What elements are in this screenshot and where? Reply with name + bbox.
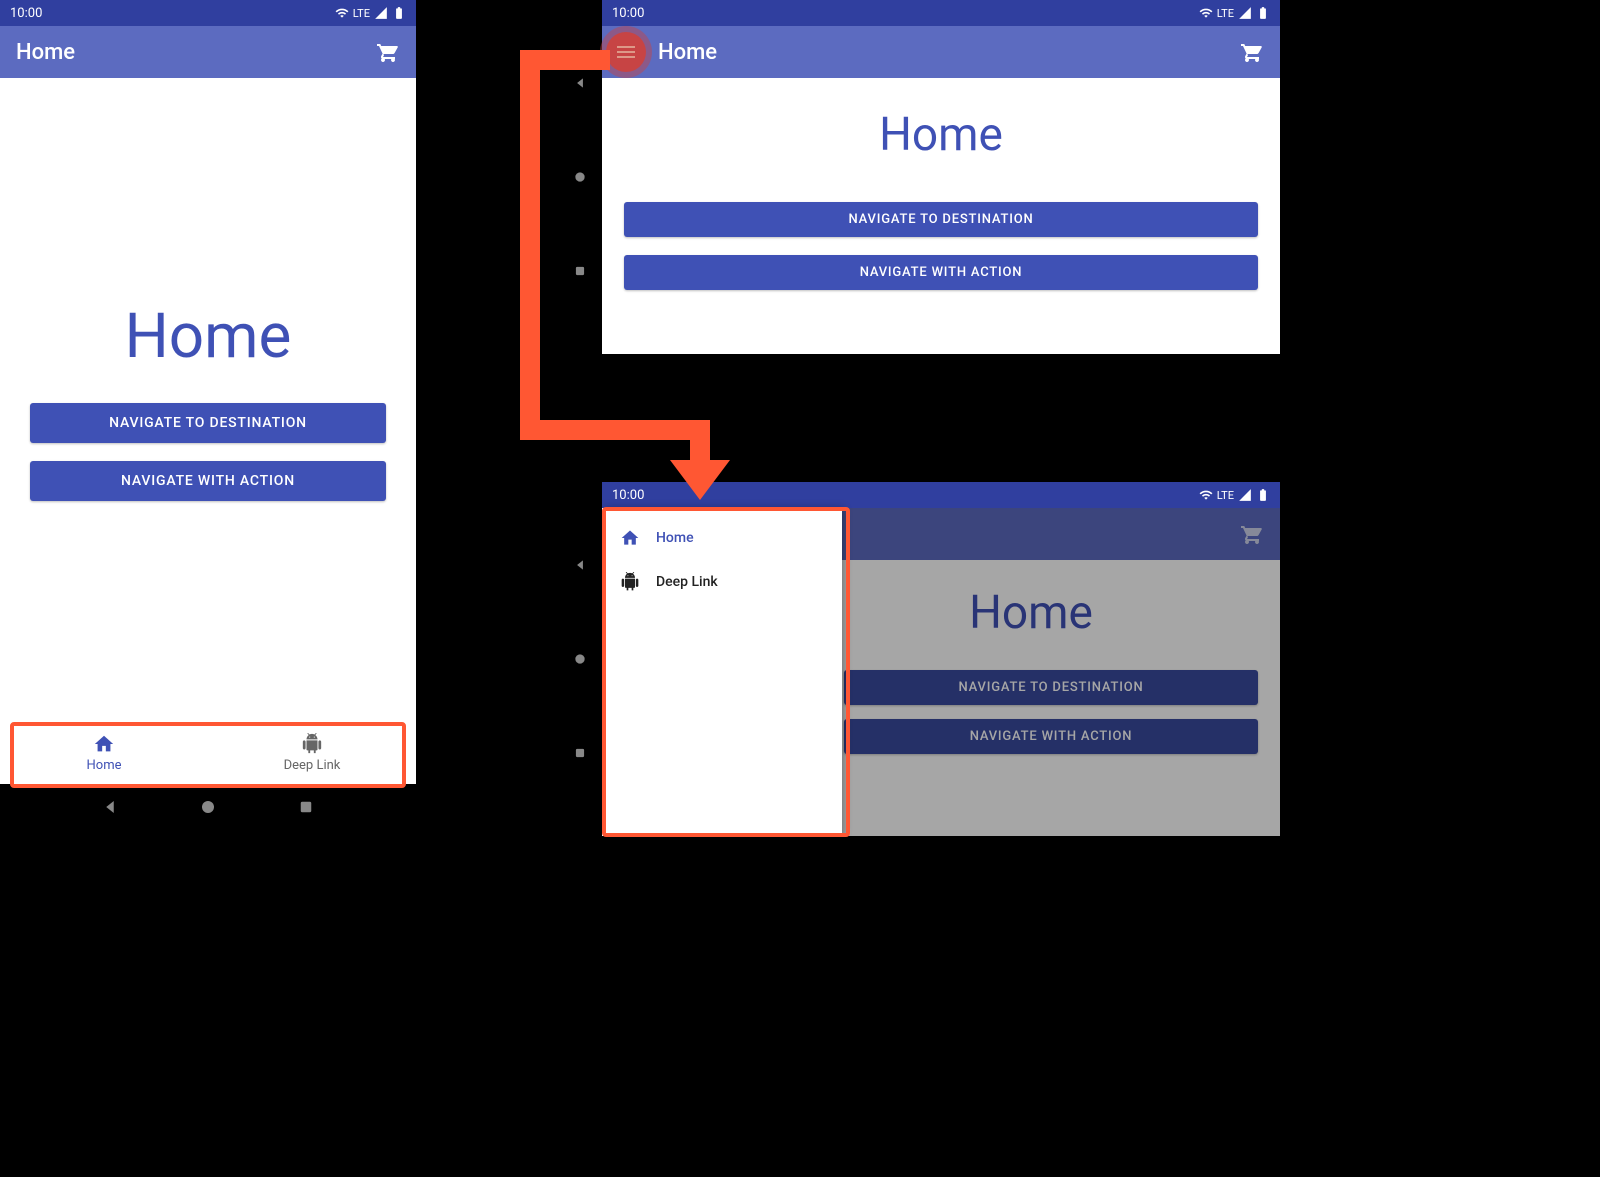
status-time: 10:00 [612,488,644,503]
signal-icon [1238,6,1252,20]
wifi-icon [335,6,349,20]
system-nav-rail [558,0,602,354]
home-system-icon[interactable] [199,798,217,816]
bottom-nav-deeplink-label: Deep Link [284,758,341,773]
app-bar: Home [602,26,1280,78]
status-bar: 10:00 LTE [0,0,416,26]
home-icon [620,528,640,548]
app-bar-title: Home [658,40,717,65]
android-icon [620,572,640,592]
navigation-drawer: Home Deep Link [602,508,842,836]
phone-portrait-screen: 10:00 LTE Home Home NAVIGATE TO DESTINAT… [0,0,416,830]
cart-icon[interactable] [376,40,400,64]
page-content: Home NAVIGATE TO DESTINATION NAVIGATE WI… [0,78,416,722]
home-icon [93,733,115,755]
drawer-toggle-button[interactable] [606,32,646,72]
system-nav-bar [0,784,416,830]
status-icons: LTE [335,6,406,20]
battery-icon [1256,6,1270,20]
navigate-action-button[interactable]: NAVIGATE WITH ACTION [30,461,386,501]
status-bar: 10:00 LTE [602,0,1280,26]
recent-icon[interactable] [573,746,587,760]
page-content: Home NAVIGATE TO DESTINATION NAVIGATE WI… [602,78,1280,354]
drawer-item-home[interactable]: Home [602,516,842,560]
navigate-destination-button[interactable]: NAVIGATE TO DESTINATION [30,403,386,443]
signal-icon [1238,488,1252,502]
status-network: LTE [1217,489,1234,502]
system-nav-rail [558,482,602,836]
home-system-icon[interactable] [573,652,587,666]
drawer-item-deeplink-label: Deep Link [656,574,718,590]
bottom-nav-home-label: Home [87,758,122,773]
app-bar: Home [0,26,416,78]
navigate-destination-button[interactable]: NAVIGATE TO DESTINATION [624,202,1258,237]
back-icon[interactable] [573,76,587,90]
wifi-icon [1199,488,1213,502]
navigate-action-button[interactable]: NAVIGATE WITH ACTION [624,255,1258,290]
page-title: Home [624,108,1258,162]
page-title: Home [30,300,386,373]
cart-icon[interactable] [1240,522,1264,546]
navigate-destination-button[interactable]: NAVIGATE TO DESTINATION [844,670,1258,705]
battery-icon [1256,488,1270,502]
navigate-action-button[interactable]: NAVIGATE WITH ACTION [844,719,1258,754]
back-icon[interactable] [573,558,587,572]
status-network: LTE [1217,7,1234,20]
back-icon[interactable] [101,798,119,816]
status-time: 10:00 [10,6,42,21]
recent-icon[interactable] [573,264,587,278]
drawer-item-deeplink[interactable]: Deep Link [602,560,842,604]
status-icons: LTE [1199,6,1270,20]
wifi-icon [1199,6,1213,20]
status-bar: 10:00 LTE [602,482,1280,508]
app-bar-title: Home [16,40,75,65]
signal-icon [374,6,388,20]
drawer-item-home-label: Home [656,530,694,546]
bottom-nav-deeplink[interactable]: Deep Link [208,722,416,784]
tablet-landscape-screen: 10:00 LTE Home Home NAVIGATE TO DESTINAT… [558,0,1280,354]
recent-icon[interactable] [297,798,315,816]
tablet-landscape-drawer-open-screen: 10:00 LTE Home Home NAVIGATE TO DESTINAT… [558,482,1280,836]
battery-icon [392,6,406,20]
hamburger-icon [617,51,635,53]
home-system-icon[interactable] [573,170,587,184]
status-time: 10:00 [612,6,644,21]
bottom-nav-home[interactable]: Home [0,722,208,784]
android-icon [301,733,323,755]
status-network: LTE [353,7,370,20]
status-icons: LTE [1199,488,1270,502]
bottom-navigation: Home Deep Link [0,722,416,784]
cart-icon[interactable] [1240,40,1264,64]
